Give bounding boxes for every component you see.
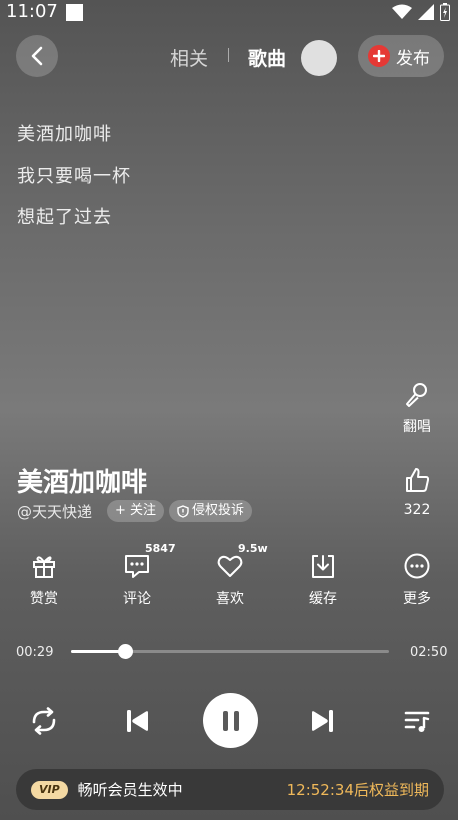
vip-banner[interactable]: VIP 畅听会员生效中 12:52:34后权益到期 (16, 769, 444, 810)
signal-icon (418, 4, 434, 20)
comment-icon (125, 555, 149, 578)
lyric-line: 想起了过去 (17, 207, 112, 228)
back-button[interactable] (16, 35, 58, 77)
avatar[interactable] (301, 40, 337, 76)
tab-related[interactable]: 相关 (170, 44, 208, 71)
favorite-count: 9.5w (238, 542, 268, 555)
favorite-label: 喜欢 (216, 591, 244, 607)
playlist-icon (404, 711, 430, 732)
like-button[interactable]: 322 (393, 466, 441, 518)
download-button[interactable]: 缓存 (293, 550, 353, 608)
skip-next-icon (312, 710, 333, 732)
pause-icon (222, 710, 239, 731)
gift-icon (33, 556, 55, 578)
download-icon (312, 555, 334, 578)
status-icons (392, 3, 450, 21)
previous-button[interactable] (119, 703, 155, 739)
publish-button[interactable]: 发布 (358, 35, 444, 77)
song-title: 美酒加咖啡 (17, 468, 148, 498)
comment-button[interactable]: 5847 评论 (107, 542, 176, 608)
report-button[interactable]: 侵权投诉 (169, 500, 253, 522)
notification-icon (66, 4, 83, 21)
comment-label: 评论 (123, 591, 151, 607)
like-count: 322 (403, 502, 431, 518)
current-time: 00:29 (16, 645, 54, 660)
lyric-line: 美酒加咖啡 (17, 124, 112, 145)
tab-songs[interactable]: 歌曲 (248, 44, 286, 71)
heart-icon (217, 555, 243, 577)
plus-icon (368, 45, 390, 67)
download-label: 缓存 (309, 591, 337, 607)
report-label: 侵权投诉 (192, 503, 245, 518)
total-time: 02:50 (410, 645, 448, 660)
shield-icon (177, 504, 189, 518)
follow-button[interactable]: + 关注 (107, 500, 165, 522)
cover-label: 翻唱 (403, 419, 431, 435)
vip-badge: VIP (31, 780, 68, 799)
wifi-icon (392, 4, 412, 19)
reward-button[interactable]: 赞赏 (14, 550, 74, 608)
cover-button[interactable]: 翻唱 (393, 380, 441, 436)
status-bar: 11:07 (0, 0, 458, 26)
more-label: 更多 (403, 591, 431, 607)
playlist-button[interactable] (399, 703, 435, 739)
pause-button[interactable] (203, 693, 258, 748)
reward-label: 赞赏 (30, 591, 58, 607)
progress-thumb[interactable] (118, 644, 134, 659)
comment-count: 5847 (145, 542, 176, 555)
repeat-icon (32, 707, 56, 735)
battery-icon (440, 3, 450, 21)
progress-bar[interactable] (71, 644, 389, 659)
thumbs-up-icon (406, 468, 430, 492)
publish-label: 发布 (396, 48, 430, 69)
status-time: 11:07 (6, 1, 58, 22)
vip-expiry-text: 12:52:34后权益到期 (286, 781, 429, 799)
next-button[interactable] (305, 703, 341, 739)
more-icon (404, 553, 430, 579)
skip-previous-icon (127, 710, 148, 732)
vip-status-text: 畅听会员生效中 (77, 781, 183, 799)
more-button[interactable]: 更多 (387, 550, 447, 608)
lyric-line: 我只要喝一杯 (17, 166, 131, 187)
microphone-icon (406, 383, 427, 407)
artist-name[interactable]: @天天快递 (17, 501, 92, 522)
favorite-button[interactable]: 9.5w 喜欢 (200, 542, 268, 608)
repeat-button[interactable] (26, 703, 62, 739)
chevron-left-icon (31, 46, 43, 66)
tab-divider (228, 48, 229, 62)
progress-fill (71, 650, 126, 653)
